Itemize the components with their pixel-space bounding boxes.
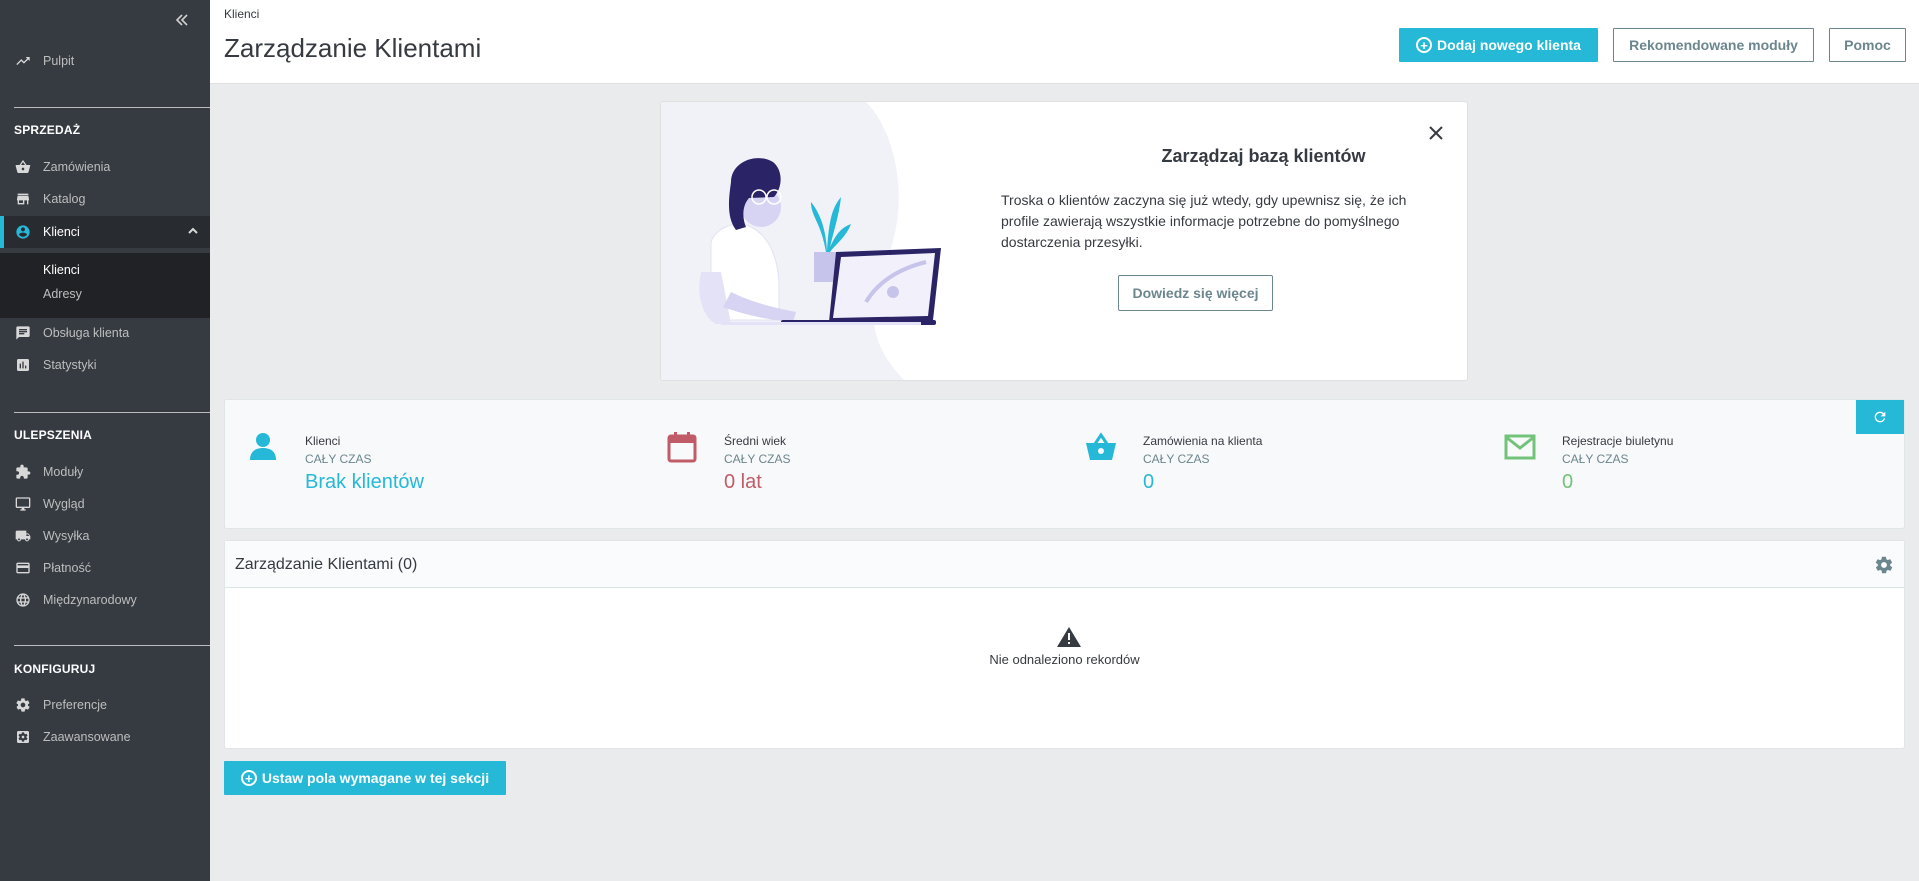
settings-applications-icon	[14, 728, 32, 746]
collapse-sidebar-icon[interactable]	[172, 12, 192, 32]
submenu-item-addresses[interactable]: Adresy	[43, 287, 82, 301]
sidebar-item-label: Międzynarodowy	[43, 593, 137, 607]
section-title-improve: ULEPSZENIA	[14, 428, 93, 442]
section-divider	[14, 107, 210, 108]
kpi-period: CAŁY CZAS	[305, 452, 372, 466]
sidebar-item-customer-service[interactable]: Obsługa klienta	[0, 318, 210, 348]
add-circle-icon: +	[240, 770, 257, 786]
gear-icon[interactable]	[1874, 555, 1894, 575]
kpi-label: Rejestracje biuletynu	[1562, 434, 1674, 448]
trending-up-icon	[14, 52, 32, 70]
sidebar-item-label: Preferencje	[43, 698, 107, 712]
sidebar-item-label: Pulpit	[43, 54, 75, 68]
add-customer-button-label: Dodaj nowego klienta	[1437, 37, 1581, 53]
submenu-item-customers[interactable]: Klienci	[43, 263, 80, 277]
sidebar-item-catalog[interactable]: Katalog	[0, 184, 210, 214]
sidebar-item-label: Moduły	[43, 465, 84, 479]
kpi-period: CAŁY CZAS	[1562, 452, 1629, 466]
panel-header: Zarządzanie Klientami (0)	[225, 541, 1904, 588]
panel-title: Zarządzanie Klientami (0)	[235, 556, 418, 573]
sidebar-item-label: Wysyłka	[43, 529, 90, 543]
empty-state-text: Nie odnaleziono rekordów	[989, 652, 1140, 667]
customer-illustration	[661, 102, 941, 380]
sidebar-item-payment[interactable]: Płatność	[0, 553, 210, 583]
sidebar-item-label: Obsługa klienta	[43, 326, 130, 340]
onboarding-text: Troska o klientów zaczyna się już wtedy,…	[1001, 192, 1407, 250]
sidebar-item-label: Wygląd	[43, 497, 85, 511]
sidebar-item-preferences[interactable]: Preferencje	[0, 690, 210, 720]
credit-card-icon	[14, 559, 32, 577]
sidebar-item-label: Klienci	[43, 225, 80, 239]
section-divider	[14, 412, 210, 413]
customers-table-panel: Zarządzanie Klientami (0) Nie odnalezion…	[224, 540, 1905, 749]
kpi-value: 0 lat	[724, 471, 762, 493]
section-title-configure: KONFIGURUJ	[14, 662, 96, 676]
sidebar-item-label: Płatność	[43, 561, 91, 575]
truck-icon	[14, 527, 32, 545]
desktop-icon	[14, 495, 32, 513]
store-icon	[14, 190, 32, 208]
gear-icon	[14, 696, 32, 714]
sidebar: Pulpit SPRZEDAŻ Zamówienia Katalog Klien…	[0, 0, 210, 881]
puzzle-icon	[14, 463, 32, 481]
kpi-row: Klienci CAŁY CZAS Brak klientów Średni w…	[224, 399, 1905, 529]
kpi-value: 0	[1143, 471, 1155, 493]
kpi-period: CAŁY CZAS	[1143, 452, 1210, 466]
sidebar-item-label: Zaawansowane	[43, 730, 131, 744]
sidebar-item-label: Statystyki	[43, 358, 97, 372]
section-title-sales: SPRZEDAŻ	[14, 123, 81, 137]
breadcrumb[interactable]: Klienci	[224, 7, 259, 21]
refresh-kpi-button[interactable]	[1856, 400, 1904, 434]
kpi-period: CAŁY CZAS	[724, 452, 791, 466]
sidebar-item-appearance[interactable]: Wygląd	[0, 489, 210, 519]
onboarding-title: Zarządzaj bazą klientów	[1161, 146, 1366, 166]
account-circle-icon	[14, 223, 32, 241]
close-icon[interactable]	[1425, 122, 1447, 144]
globe-icon	[14, 591, 32, 609]
customers-submenu: Klienci Adresy	[0, 253, 210, 318]
person-icon	[250, 433, 276, 460]
sidebar-item-label: Katalog	[43, 192, 86, 206]
page-header: Klienci Zarządzanie Klientami + Dodaj no…	[210, 0, 1919, 84]
learn-more-button[interactable]: Dowiedz się więcej	[1118, 275, 1273, 311]
sidebar-item-customers[interactable]: Klienci	[0, 216, 210, 248]
basket-icon	[1086, 432, 1116, 460]
set-required-fields-button[interactable]: + Ustaw pola wymagane w tej sekcji	[224, 761, 506, 795]
onboarding-card: Zarządzaj bazą klientów Troska o klientó…	[660, 101, 1468, 381]
kpi-value: Brak klientów	[305, 471, 424, 493]
sidebar-item-advanced[interactable]: Zaawansowane	[0, 722, 210, 752]
sidebar-item-international[interactable]: Międzynarodowy	[0, 585, 210, 615]
sidebar-item-modules[interactable]: Moduły	[0, 457, 210, 487]
set-required-fields-label: Ustaw pola wymagane w tej sekcji	[261, 770, 490, 786]
refresh-icon	[1874, 411, 1886, 423]
section-divider	[14, 645, 210, 646]
bar-chart-icon	[14, 356, 32, 374]
help-button[interactable]: Pomoc	[1829, 28, 1906, 62]
kpi-label: Zamówienia na klienta	[1143, 434, 1263, 448]
page-title: Zarządzanie Klientami	[224, 33, 482, 63]
add-circle-icon: +	[1416, 37, 1433, 53]
recommended-modules-button[interactable]: Rekomendowane moduły	[1613, 28, 1814, 62]
sidebar-item-statistics[interactable]: Statystyki	[0, 350, 210, 380]
warning-icon	[1057, 627, 1081, 647]
kpi-value: 0	[1562, 471, 1574, 493]
kpi-label: Średni wiek	[724, 434, 787, 448]
sidebar-item-dashboard[interactable]: Pulpit	[0, 46, 210, 76]
sidebar-item-shipping[interactable]: Wysyłka	[0, 521, 210, 551]
chat-icon	[14, 324, 32, 342]
calendar-icon	[667, 432, 697, 463]
kpi-label: Klienci	[305, 434, 341, 448]
chevron-up-icon	[186, 224, 200, 238]
add-customer-button[interactable]: + Dodaj nowego klienta	[1399, 28, 1598, 62]
sidebar-item-orders[interactable]: Zamówienia	[0, 152, 210, 182]
envelope-icon	[1504, 434, 1536, 460]
sidebar-item-label: Zamówienia	[43, 160, 111, 174]
basket-icon	[14, 158, 32, 176]
